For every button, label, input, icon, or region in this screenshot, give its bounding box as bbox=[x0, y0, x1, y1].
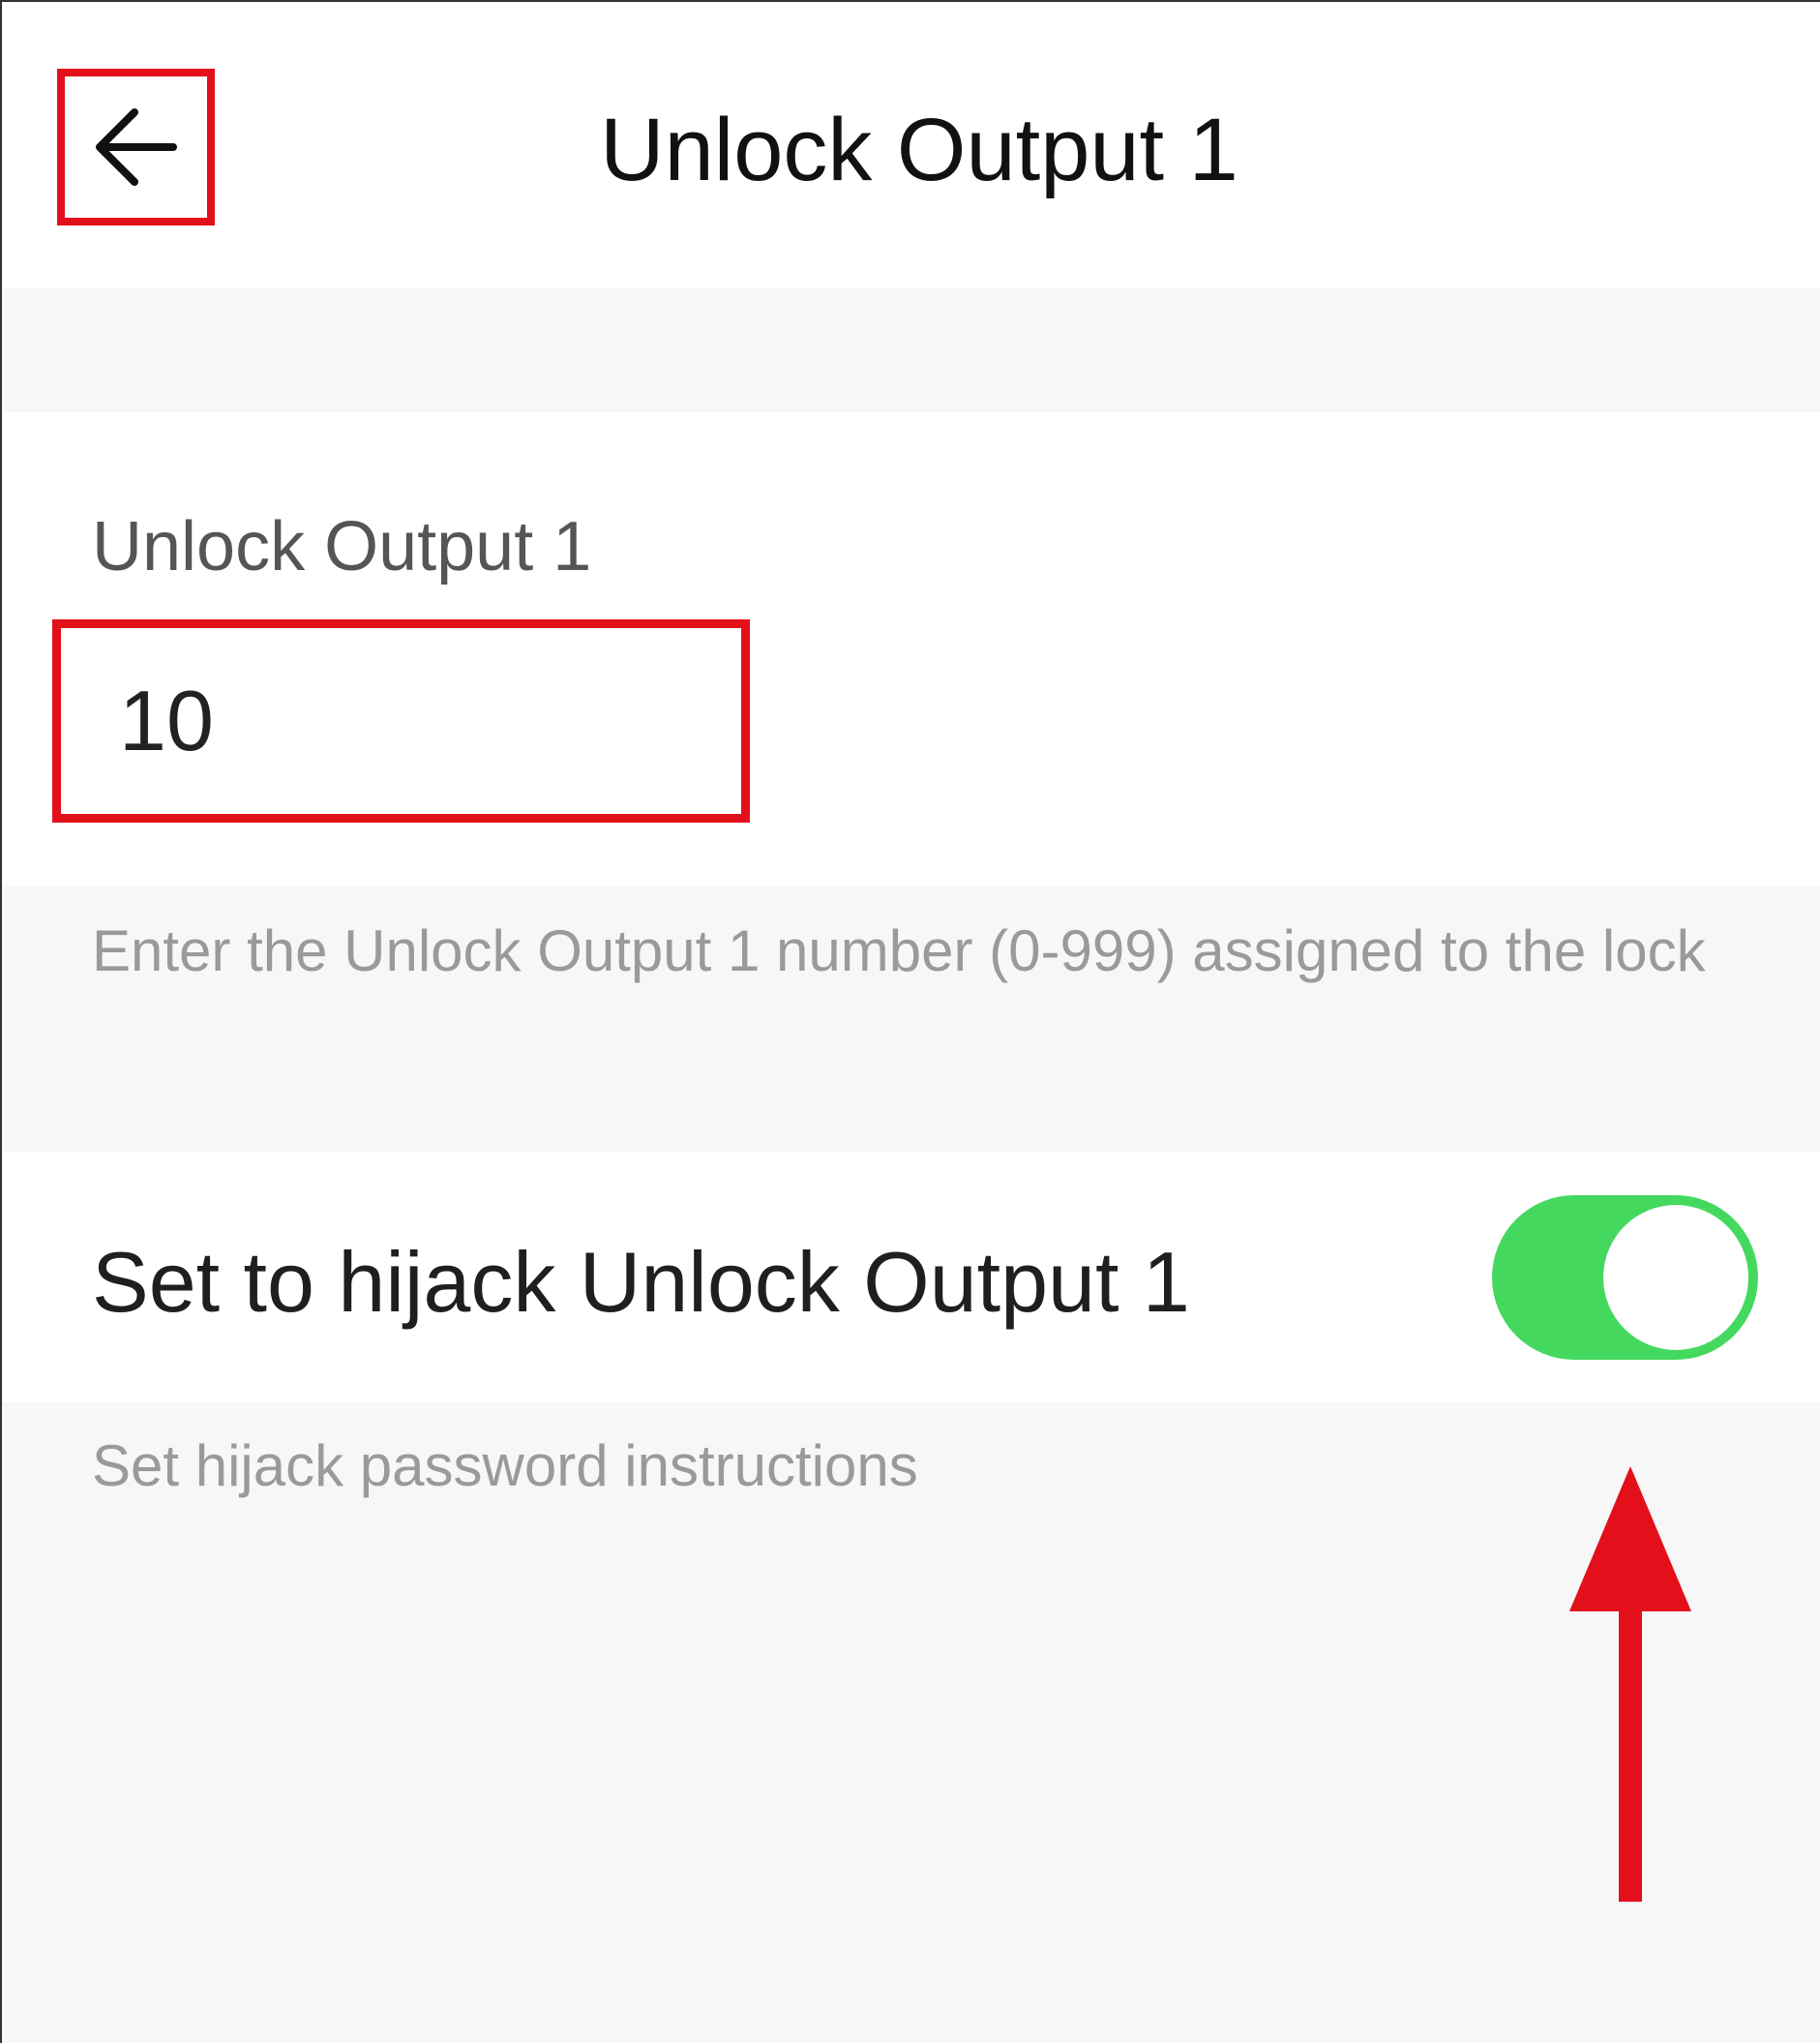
arrow-left-icon bbox=[95, 108, 177, 186]
toggle-knob bbox=[1603, 1205, 1748, 1350]
section-divider bbox=[0, 288, 1820, 412]
unlock-output-field[interactable] bbox=[52, 619, 750, 823]
page-title: Unlock Output 1 bbox=[600, 101, 1238, 199]
hijack-label: Set to hijack Unlock Output 1 bbox=[92, 1234, 1190, 1330]
unlock-output-input[interactable] bbox=[61, 671, 741, 771]
app-header: Unlock Output 1 bbox=[0, 0, 1820, 288]
back-button[interactable] bbox=[57, 69, 215, 225]
hijack-hint: Set hijack password instructions bbox=[92, 1433, 918, 1498]
unlock-output-label: Unlock Output 1 bbox=[92, 508, 592, 586]
hijack-toggle[interactable] bbox=[1492, 1195, 1758, 1360]
arrow-up-icon bbox=[1569, 1466, 1691, 1902]
unlock-output-hint: Enter the Unlock Output 1 number (0-999)… bbox=[92, 918, 1706, 983]
